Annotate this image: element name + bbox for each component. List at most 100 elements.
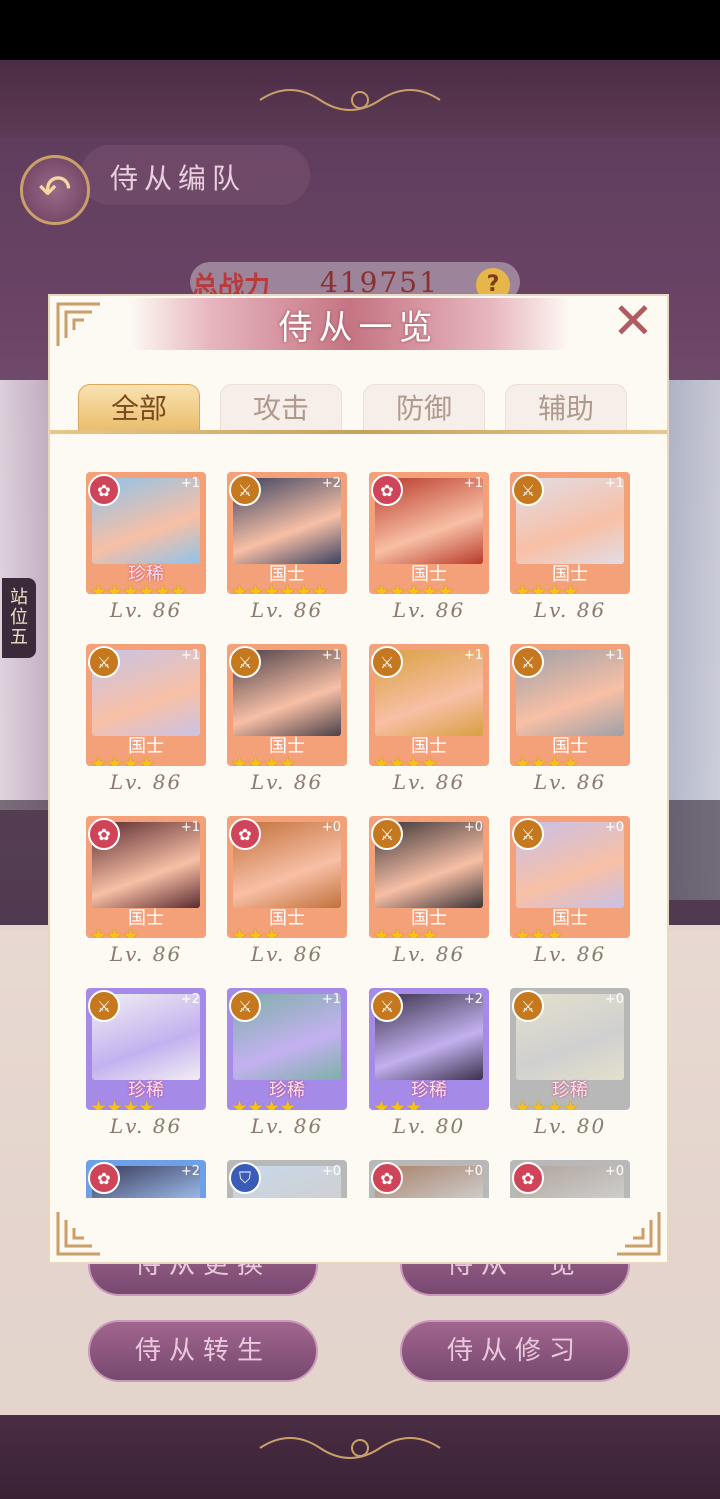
position-tag[interactable]: 站位五 [2, 578, 36, 658]
attendant-level: Lv. 86 [250, 770, 324, 794]
attendant-level: Lv. 80 [392, 1114, 466, 1138]
attendant-card[interactable]: ⚔ +1 国士 ★★★★ [86, 644, 206, 766]
close-button[interactable]: ✕ [608, 296, 658, 348]
tab-all[interactable]: 全部 [78, 384, 200, 432]
status-bar [0, 0, 720, 60]
sword-type-icon: ⚔ [229, 646, 261, 678]
corner-ornament-icon [56, 302, 100, 346]
flower-type-icon: ✿ [512, 1162, 544, 1194]
tab-divider [50, 430, 667, 434]
sword-type-icon: ⚔ [512, 990, 544, 1022]
sword-type-icon: ⚔ [371, 646, 403, 678]
attendant-card[interactable]: ⚔ +2 珍稀 ★★★★ [86, 988, 206, 1110]
back-button[interactable]: ↶ [20, 155, 90, 225]
attendant-level: Lv. 80 [533, 1114, 607, 1138]
shield-type-icon: ⛉ [229, 1162, 261, 1194]
enhance-level: +0 [604, 820, 624, 835]
attendant-card[interactable]: ⚔ +1 国士 ★★★★ [369, 644, 489, 766]
attendant-grid: ✿ +1 珍稀 ★★★★★★ Lv. 86 ⚔ +2 国士 ★★★★★★ Lv. 86 ✿ +1 国士 ★… [80, 466, 640, 1198]
bottom-ornament [259, 1437, 441, 1459]
attendant-card[interactable]: ⚔ +0 国士 ★★★★ [369, 816, 489, 938]
attendant-card[interactable]: ✿ +0 国士 ★★★ [227, 816, 347, 938]
star-rating: ★★★★ [90, 1097, 155, 1110]
attendant-level: Lv. 86 [109, 1114, 183, 1138]
enhance-level: +1 [180, 820, 200, 835]
sword-type-icon: ⚔ [512, 646, 544, 678]
enhance-level: +1 [463, 648, 483, 663]
attendant-card[interactable]: ⚔ +1 国士 ★★★★ [510, 644, 630, 766]
enhance-level: +2 [321, 476, 341, 491]
attendant-level: Lv. 86 [392, 770, 466, 794]
attendant-card[interactable]: ✿ +1 珍稀 ★★★★★★ [86, 472, 206, 594]
star-rating: ★★★★ [231, 753, 296, 766]
sword-type-icon: ⚔ [88, 990, 120, 1022]
star-rating: ★★★★ [231, 1097, 296, 1110]
sword-type-icon: ⚔ [512, 474, 544, 506]
attendant-card[interactable]: ⚔ +0 珍稀 ★★★★ [510, 988, 630, 1110]
attendant-card[interactable]: ⚔ +1 国士 ★★★★ [227, 644, 347, 766]
attendant-card[interactable]: ✿ +0 [369, 1160, 489, 1198]
attendant-level: Lv. 86 [109, 770, 183, 794]
flower-type-icon: ✿ [88, 474, 120, 506]
enhance-level: +1 [321, 992, 341, 1007]
attendant-card[interactable]: ⚔ +1 国士 ★★★★ [510, 472, 630, 594]
corner-ornament-icon [617, 1212, 661, 1256]
star-rating: ★★★ [231, 925, 280, 938]
enhance-level: +0 [321, 1164, 341, 1179]
power-value: 419751 [320, 266, 439, 299]
attendant-level: Lv. 86 [250, 942, 324, 966]
top-ornament [259, 89, 441, 111]
star-rating: ★★★★ [514, 581, 579, 594]
enhance-level: +2 [180, 1164, 200, 1179]
attendant-level: Lv. 86 [533, 942, 607, 966]
star-rating: ★★★★ [373, 753, 438, 766]
star-rating: ★★★★ [514, 753, 579, 766]
flower-type-icon: ✿ [229, 818, 261, 850]
attendant-card[interactable]: ⚔ +2 珍稀 ★★★ [369, 988, 489, 1110]
corner-ornament-icon [56, 1212, 100, 1256]
enhance-level: +0 [604, 1164, 624, 1179]
enhance-level: +0 [604, 992, 624, 1007]
enhance-level: +2 [463, 992, 483, 1007]
sword-type-icon: ⚔ [229, 990, 261, 1022]
flower-type-icon: ✿ [88, 818, 120, 850]
star-rating: ★★★★ [90, 753, 155, 766]
tab-attack[interactable]: 攻击 [220, 384, 342, 432]
enhance-level: +1 [180, 648, 200, 663]
star-rating: ★★★★★ [373, 581, 454, 594]
enhance-level: +0 [463, 820, 483, 835]
enhance-level: +1 [604, 648, 624, 663]
enhance-level: +0 [463, 1164, 483, 1179]
flower-type-icon: ✿ [371, 1162, 403, 1194]
star-rating: ★★★ [373, 1097, 422, 1110]
attendant-card[interactable]: ⚔ +0 国士 ★★★ [510, 816, 630, 938]
sword-type-icon: ⚔ [371, 818, 403, 850]
page-title: 侍从编队 [110, 162, 247, 195]
enhance-level: +2 [180, 992, 200, 1007]
attendant-card[interactable]: ✿ +1 国士 ★★★★★ [369, 472, 489, 594]
sword-type-icon: ⚔ [512, 818, 544, 850]
attendant-card[interactable]: ✿ +2 [86, 1160, 206, 1198]
attendant-level: Lv. 86 [109, 598, 183, 622]
training-button[interactable]: 侍从修习 [400, 1320, 630, 1382]
star-rating: ★★★★★★ [90, 581, 187, 594]
star-rating: ★★★★★★ [231, 581, 328, 594]
enhance-level: +1 [321, 648, 341, 663]
tab-support[interactable]: 辅助 [505, 384, 627, 432]
star-rating: ★★★ [514, 925, 563, 938]
enhance-level: +1 [180, 476, 200, 491]
attendant-card[interactable]: ✿ +0 [510, 1160, 630, 1198]
attendant-level: Lv. 86 [392, 598, 466, 622]
sword-type-icon: ⚔ [88, 646, 120, 678]
star-rating: ★★★★ [514, 1097, 579, 1110]
modal-title: 侍从一览 [278, 308, 439, 348]
enhance-level: +1 [604, 476, 624, 491]
tab-defense[interactable]: 防御 [363, 384, 485, 432]
attendant-card[interactable]: ⚔ +1 珍稀 ★★★★ [227, 988, 347, 1110]
rebirth-button[interactable]: 侍从转生 [88, 1320, 318, 1382]
attendant-card[interactable]: ⚔ +2 国士 ★★★★★★ [227, 472, 347, 594]
star-rating: ★★★ [90, 925, 139, 938]
enhance-level: +1 [463, 476, 483, 491]
attendant-card[interactable]: ✿ +1 国士 ★★★ [86, 816, 206, 938]
attendant-card[interactable]: ⛉ +0 [227, 1160, 347, 1198]
